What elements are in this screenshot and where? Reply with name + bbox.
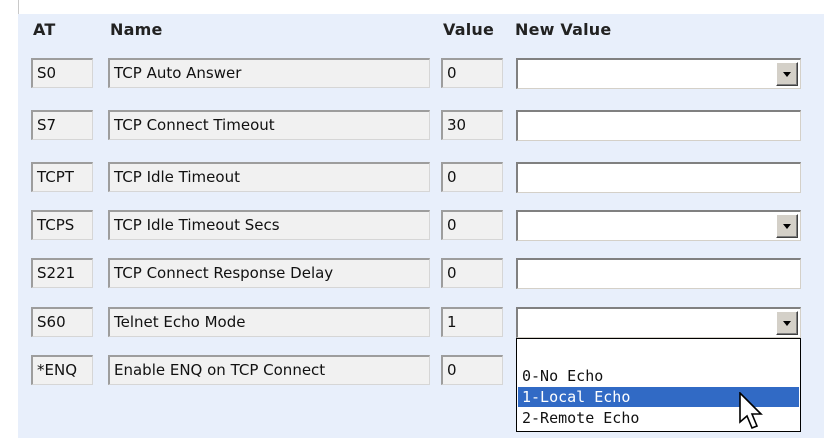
header-new-value: New Value	[515, 20, 612, 39]
value-cell: 0	[441, 162, 503, 192]
at-command-cell: *ENQ	[31, 355, 93, 385]
dropdown-option[interactable]: 0-No Echo	[518, 366, 799, 386]
header-at: AT	[33, 20, 56, 39]
value-cell: 30	[441, 110, 503, 140]
value-cell: 0	[441, 355, 503, 385]
at-command-cell: TCPT	[31, 162, 93, 192]
dropdown-option[interactable]	[518, 341, 799, 361]
chevron-down-icon	[783, 321, 791, 326]
at-command-cell: S7	[31, 110, 93, 140]
mouse-pointer-icon	[739, 392, 763, 430]
chevron-down-icon	[783, 72, 791, 77]
new-value-input[interactable]	[516, 258, 801, 289]
new-value-input[interactable]	[516, 162, 801, 193]
at-command-cell: TCPS	[31, 210, 93, 240]
value-cell: 0	[441, 258, 503, 288]
name-cell: Telnet Echo Mode	[108, 307, 430, 337]
name-cell: TCP Auto Answer	[108, 58, 430, 88]
dropdown-button[interactable]	[776, 214, 798, 238]
name-cell: TCP Idle Timeout Secs	[108, 210, 430, 240]
at-command-cell: S60	[31, 307, 93, 337]
dropdown-button[interactable]	[776, 62, 798, 86]
new-value-input[interactable]	[516, 110, 801, 141]
divider	[18, 0, 19, 14]
header-value: Value	[443, 20, 495, 39]
value-cell: 1	[441, 307, 503, 337]
value-cell: 0	[441, 58, 503, 88]
new-value-select[interactable]	[516, 210, 801, 241]
telnet-echo-select[interactable]	[516, 307, 801, 338]
at-command-cell: S0	[31, 58, 93, 88]
value-cell: 0	[441, 210, 503, 240]
name-cell: TCP Idle Timeout	[108, 162, 430, 192]
name-cell: Enable ENQ on TCP Connect	[108, 355, 430, 385]
new-value-select[interactable]	[516, 58, 801, 89]
dropdown-button[interactable]	[776, 311, 798, 335]
chevron-down-icon	[783, 224, 791, 229]
name-cell: TCP Connect Response Delay	[108, 258, 430, 288]
name-cell: TCP Connect Timeout	[108, 110, 430, 140]
header-name: Name	[110, 20, 163, 39]
at-command-cell: S221	[31, 258, 93, 288]
